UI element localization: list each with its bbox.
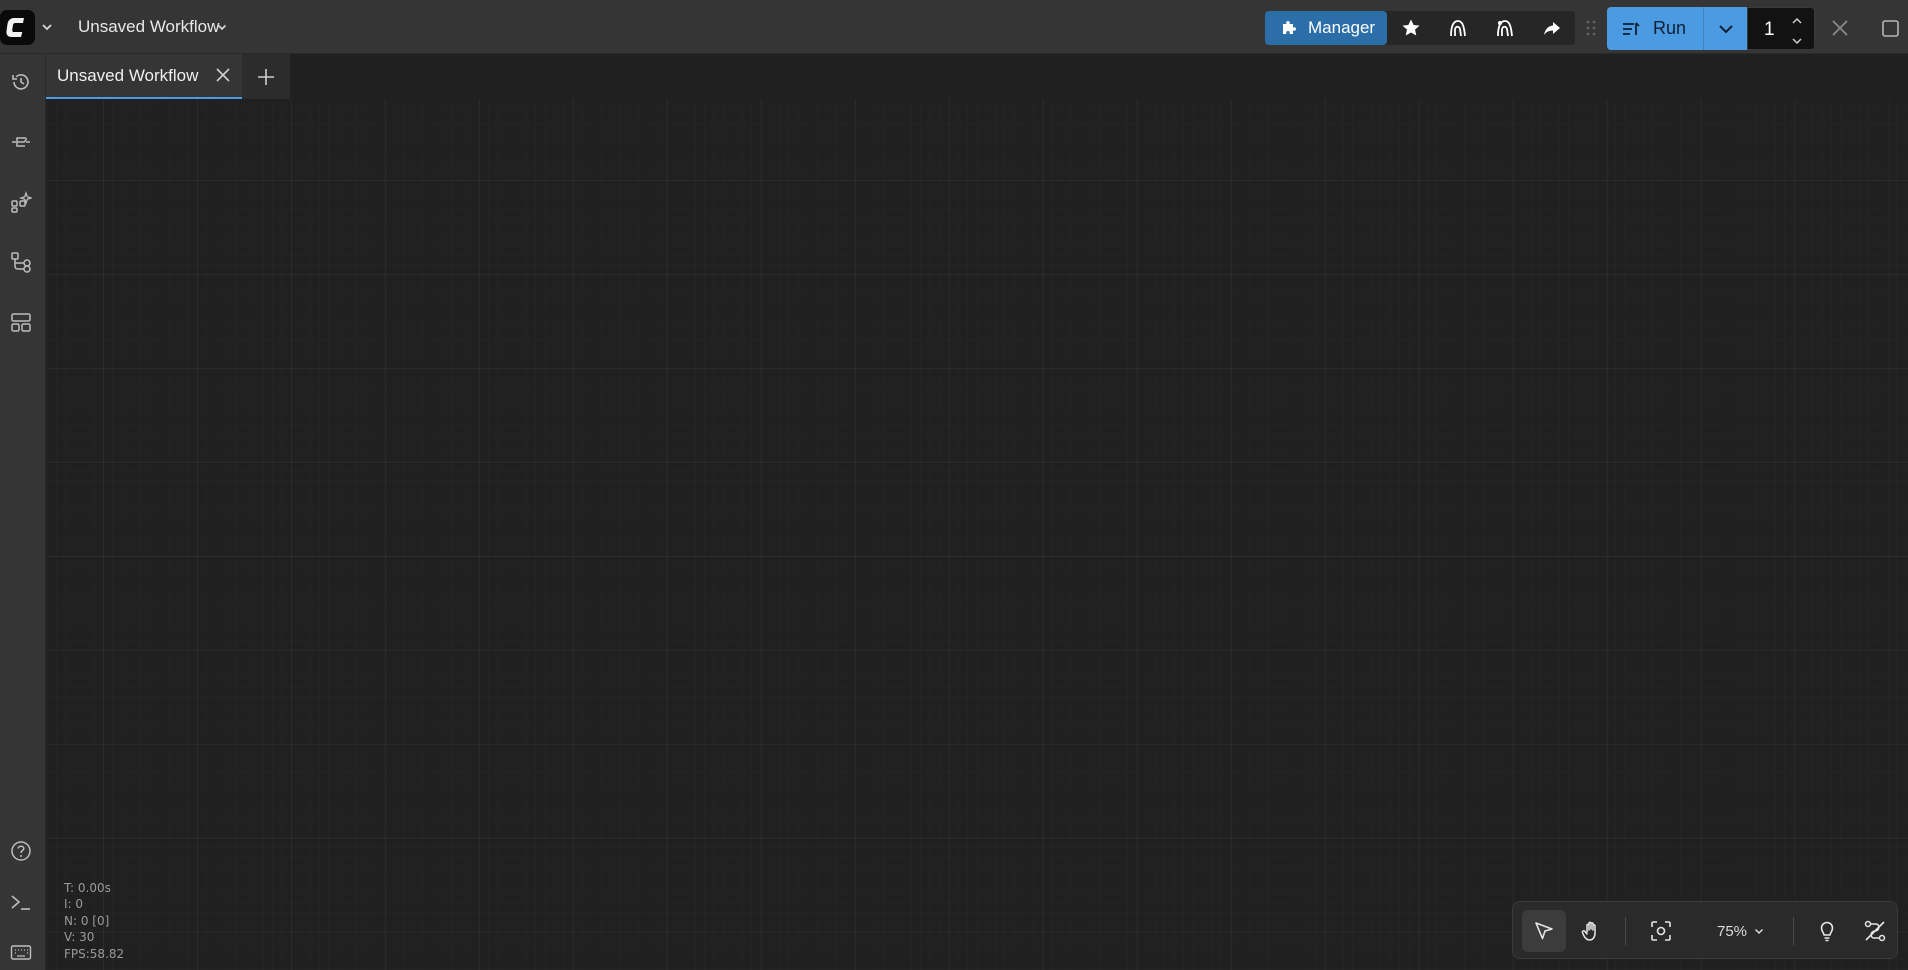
focus-icon — [1650, 920, 1672, 942]
canvas-toolbar: 75% — [1512, 901, 1898, 959]
links-hidden-icon — [1863, 919, 1887, 943]
workflow-title[interactable]: Unsaved Workflow — [78, 17, 219, 37]
zoom-dropdown[interactable]: 75% — [1695, 910, 1787, 952]
node-library-icon[interactable] — [10, 191, 32, 213]
templates-icon[interactable] — [10, 311, 32, 333]
pan-tool-button[interactable] — [1570, 910, 1614, 952]
workflows-icon[interactable] — [10, 251, 32, 273]
batch-count-input[interactable]: 1 — [1764, 19, 1775, 41]
free-memory-icon[interactable] — [1481, 11, 1528, 45]
chevron-down-icon — [1717, 20, 1735, 38]
batch-count-stepper[interactable]: 1 — [1747, 7, 1815, 50]
queue-list-icon — [1621, 20, 1641, 38]
close-tab-icon[interactable] — [214, 66, 232, 84]
new-tab-button[interactable] — [242, 54, 290, 99]
cursor-arrow-icon — [1533, 920, 1555, 942]
lightbulb-icon — [1816, 920, 1838, 942]
maximize-icon[interactable] — [1881, 19, 1900, 38]
toolbar-divider — [1625, 917, 1626, 945]
run-button-group: Run — [1607, 7, 1747, 50]
history-icon[interactable] — [10, 71, 32, 93]
model-library-icon[interactable] — [10, 131, 32, 153]
fit-view-button[interactable] — [1639, 910, 1683, 952]
manager-label: Manager — [1308, 18, 1376, 37]
stat-nodes: N: 0 [0] — [64, 913, 110, 928]
toggle-minimap-button[interactable] — [1805, 910, 1849, 952]
stat-v: V: 30 — [64, 930, 95, 945]
run-label: Run — [1653, 18, 1687, 38]
stat-fps: FPS:58.82 — [64, 946, 125, 961]
stat-time: T: 0.00s — [64, 881, 111, 895]
hand-icon — [1580, 919, 1604, 943]
stat-i: I: 0 — [64, 897, 84, 912]
run-mode-dropdown[interactable] — [1703, 7, 1747, 50]
share-icon[interactable] — [1528, 11, 1575, 45]
graph-canvas[interactable] — [46, 99, 1908, 970]
select-tool-button[interactable] — [1522, 910, 1566, 952]
chevron-down-icon[interactable] — [40, 20, 54, 34]
side-toolbar — [0, 54, 46, 970]
toggle-links-button[interactable] — [1853, 910, 1897, 952]
help-icon[interactable] — [10, 840, 32, 862]
manager-button[interactable]: Manager — [1265, 11, 1388, 45]
run-button[interactable]: Run — [1607, 7, 1703, 50]
star-icon[interactable] — [1387, 11, 1434, 45]
top-menu-bar: Unsaved Workflow Manager Run 1 — [0, 0, 1908, 54]
tab-unsaved-workflow[interactable]: Unsaved Workflow — [46, 54, 242, 99]
comfy-logo-icon[interactable] — [0, 10, 35, 45]
unload-models-icon[interactable] — [1434, 11, 1481, 45]
drag-handle-icon[interactable] — [1585, 19, 1597, 37]
plus-icon — [256, 67, 276, 87]
workflow-tabs: Unsaved Workflow — [46, 54, 290, 99]
increment-chevron-up-icon[interactable] — [1790, 15, 1804, 27]
chevron-down-icon[interactable] — [216, 21, 228, 33]
tab-label: Unsaved Workflow — [57, 66, 199, 85]
action-bar: Manager — [1265, 11, 1576, 45]
terminal-icon[interactable] — [10, 891, 32, 913]
puzzle-icon — [1279, 18, 1299, 38]
keyboard-shortcuts-icon[interactable] — [10, 941, 32, 963]
chevron-down-icon — [1753, 925, 1765, 937]
toolbar-divider — [1793, 917, 1794, 945]
zoom-level: 75% — [1716, 922, 1748, 940]
render-stats: T: 0.00s I: 0 N: 0 [0] V: 30 FPS:58.82 — [64, 880, 124, 962]
close-icon[interactable] — [1830, 18, 1850, 38]
decrement-chevron-down-icon[interactable] — [1790, 35, 1804, 47]
